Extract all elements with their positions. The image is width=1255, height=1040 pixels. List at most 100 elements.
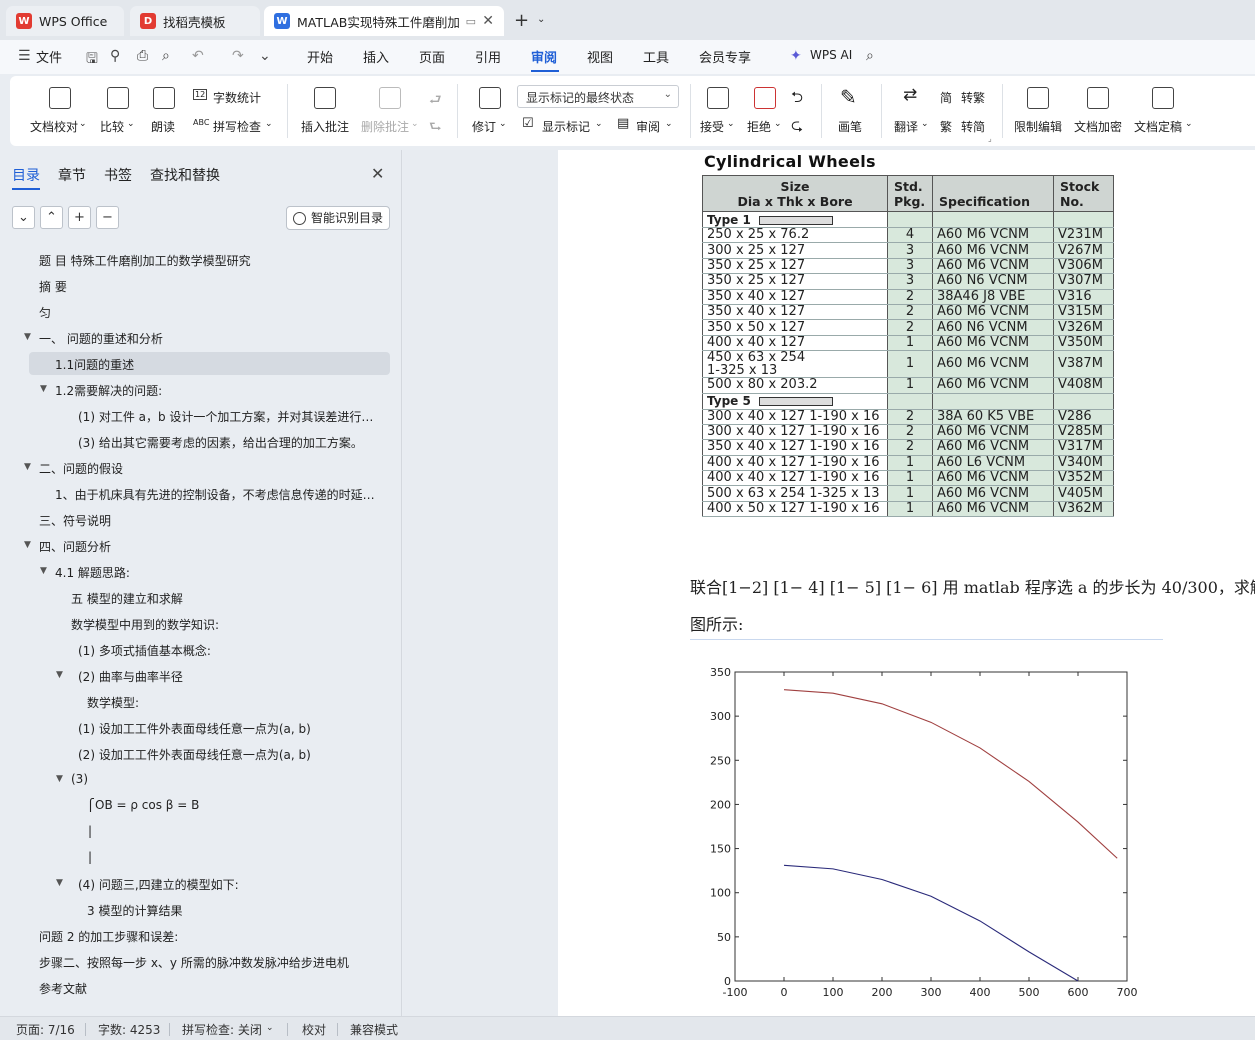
next-revision-icon[interactable]: ⮎	[791, 115, 803, 140]
tab-find-replace[interactable]: 查找和替换	[150, 165, 220, 185]
tab-wps-office[interactable]: W WPS Office	[6, 6, 124, 36]
menu-start[interactable]: 开始	[307, 47, 333, 66]
finalize-button[interactable]: 文档定稿	[1134, 118, 1182, 135]
expand-triangle-icon[interactable]: ▼	[56, 670, 63, 680]
toc-item[interactable]: (1) 对工件 a，b 设计一个加工方案，并对其误差进行分析	[78, 408, 378, 425]
chevron-down-icon[interactable]: ⌄	[499, 119, 507, 129]
chevron-down-icon[interactable]: ⌄	[259, 48, 271, 64]
chevron-down-icon[interactable]: ⌄	[727, 119, 735, 129]
doc-check-button[interactable]: 文档校对	[30, 118, 78, 135]
toc-item[interactable]: 二、问题的假设	[39, 460, 123, 477]
toc-item[interactable]: (4) 问题三,四建立的模型如下:	[78, 876, 239, 893]
add-heading-button[interactable]: +	[68, 206, 91, 229]
translate-button[interactable]: 翻译	[894, 118, 918, 135]
redo-icon[interactable]: ↷	[232, 48, 244, 64]
expand-triangle-icon[interactable]: ▼	[40, 566, 47, 576]
revise-button[interactable]: 修订	[472, 118, 496, 135]
insert-comment-button[interactable]: 插入批注	[301, 118, 349, 135]
close-icon[interactable]: ✕	[371, 164, 384, 183]
expand-up-button[interactable]: ⌃	[40, 206, 63, 229]
close-tab-icon[interactable]: ✕	[482, 13, 494, 29]
toc-item[interactable]: 匀	[39, 304, 51, 321]
chevron-down-icon[interactable]: ⌄	[266, 1023, 274, 1033]
print-icon[interactable]: ⎙	[137, 48, 148, 64]
toc-item-selected[interactable]: 1.1问题的重述	[55, 356, 134, 373]
toc-item[interactable]: 摘 要	[39, 278, 67, 295]
menu-wps-ai[interactable]: WPS AI	[810, 48, 852, 62]
prev-comment-icon[interactable]: ⮐	[429, 89, 442, 113]
expand-triangle-icon[interactable]: ▼	[24, 462, 31, 472]
toc-item[interactable]: 题 目 特殊工件磨削加工的数学模型研究	[39, 252, 251, 269]
spell-check-button[interactable]: 拼写检查	[213, 118, 261, 135]
restrict-edit-button[interactable]: 限制编辑	[1014, 118, 1062, 135]
menu-insert[interactable]: 插入	[363, 47, 389, 66]
toc-item[interactable]: (2) 曲率与曲率半径	[78, 668, 183, 685]
markup-mode-select[interactable]: 显示标记的最终状态 ⌄	[517, 85, 679, 108]
new-tab-icon[interactable]: +	[514, 10, 529, 31]
page-indicator[interactable]: 页面: 7/16	[16, 1021, 75, 1038]
document-page[interactable]: Cylindrical Wheels Size Dia x Thk x Bore…	[558, 150, 1255, 1016]
toc-item[interactable]: 4.1 解题思路:	[55, 564, 130, 581]
chevron-down-icon[interactable]: ⌄	[265, 119, 273, 129]
chevron-down-icon[interactable]: ⌄	[921, 119, 929, 129]
menu-reference[interactable]: 引用	[475, 47, 501, 66]
toc-item[interactable]: 参考文献	[39, 980, 87, 997]
menu-tools[interactable]: 工具	[643, 47, 669, 66]
pen-button[interactable]: 画笔	[838, 118, 862, 135]
proof-button[interactable]: 校对	[302, 1021, 326, 1038]
search-icon[interactable]: ⌕	[866, 48, 874, 64]
collapse-all-button[interactable]: ⌄	[12, 206, 35, 229]
menu-file[interactable]: 文件	[36, 47, 62, 66]
smart-toc-button[interactable]: 智能识别目录	[286, 206, 390, 230]
toc-item[interactable]: ⎧OB = ρ cos β = B	[86, 798, 199, 812]
toc-item[interactable]: (1) 设加工工件外表面母线任意一点为(a, b)	[78, 720, 311, 737]
compare-button[interactable]: 比较	[100, 118, 124, 135]
chevron-down-icon[interactable]: ⌄	[537, 14, 545, 25]
spell-check-status[interactable]: 拼写检查: 关闭	[182, 1021, 262, 1038]
toc-item[interactable]: 四、问题分析	[39, 538, 111, 555]
expand-triangle-icon[interactable]: ▼	[24, 540, 31, 550]
to-simplified-button[interactable]: 转简	[961, 118, 985, 135]
expand-triangle-icon[interactable]: ▼	[56, 774, 63, 784]
share-icon[interactable]: ⚲	[110, 48, 120, 64]
toc-item[interactable]: (3) 给出其它需要考虑的因素，给出合理的加工方案。	[78, 434, 363, 451]
reject-button[interactable]: 拒绝	[747, 118, 771, 135]
toc-item[interactable]: (3)	[71, 772, 88, 786]
toc-item[interactable]: (1) 多项式插值基本概念:	[78, 642, 211, 659]
chevron-down-icon[interactable]: ⌄	[774, 119, 782, 129]
review-pane-button[interactable]: 审阅	[636, 118, 660, 135]
chevron-down-icon[interactable]: ⌄	[411, 119, 419, 129]
menu-page[interactable]: 页面	[419, 47, 445, 66]
expand-triangle-icon[interactable]: ▼	[56, 878, 63, 888]
toc-item[interactable]: 一、 问题的重述和分析	[39, 330, 163, 347]
chevron-down-icon[interactable]: ⌄	[1185, 119, 1193, 129]
toc-item[interactable]: |	[88, 850, 92, 864]
toc-item[interactable]: 3 模型的计算结果	[87, 902, 182, 919]
menu-view[interactable]: 视图	[587, 47, 613, 66]
accept-button[interactable]: 接受	[700, 118, 724, 135]
delete-comment-button[interactable]: 删除批注	[361, 118, 409, 135]
tab-toc[interactable]: 目录	[12, 165, 40, 185]
toc-item[interactable]: 1.2需要解决的问题:	[55, 382, 162, 399]
encrypt-button[interactable]: 文档加密	[1074, 118, 1122, 135]
read-aloud-button[interactable]: 朗读	[151, 118, 175, 135]
prev-revision-icon[interactable]: ⮌	[791, 87, 803, 112]
chevron-down-icon[interactable]: ⌄	[127, 119, 135, 129]
toc-item[interactable]: |	[88, 824, 92, 838]
tab-document[interactable]: W MATLAB实现特殊工件磨削加 ▭ ✕	[264, 6, 504, 36]
window-icon[interactable]: ▭	[466, 15, 476, 28]
tab-bookmarks[interactable]: 书签	[104, 165, 132, 185]
tab-chapters[interactable]: 章节	[58, 165, 86, 185]
toc-item[interactable]: 三、符号说明	[39, 512, 111, 529]
chevron-down-icon[interactable]: ⌄	[595, 119, 603, 129]
hamburger-icon[interactable]: ☰	[18, 48, 31, 64]
toc-item[interactable]: (2) 设加工工件外表面母线任意一点为(a, b)	[78, 746, 311, 763]
toc-item[interactable]: 1、由于机床具有先进的控制设备，不考虑信息传递的时延问题	[55, 486, 377, 503]
show-markup-button[interactable]: 显示标记	[542, 118, 590, 135]
toc-item[interactable]: 问题 2 的加工步骤和误差:	[39, 928, 178, 945]
save-icon[interactable]: 🖫	[86, 48, 98, 72]
undo-icon[interactable]: ↶	[192, 48, 204, 64]
word-count-button[interactable]: 字数统计	[213, 89, 261, 106]
menu-member[interactable]: 会员专享	[699, 47, 751, 66]
chevron-down-icon[interactable]: ⌄	[79, 119, 87, 129]
